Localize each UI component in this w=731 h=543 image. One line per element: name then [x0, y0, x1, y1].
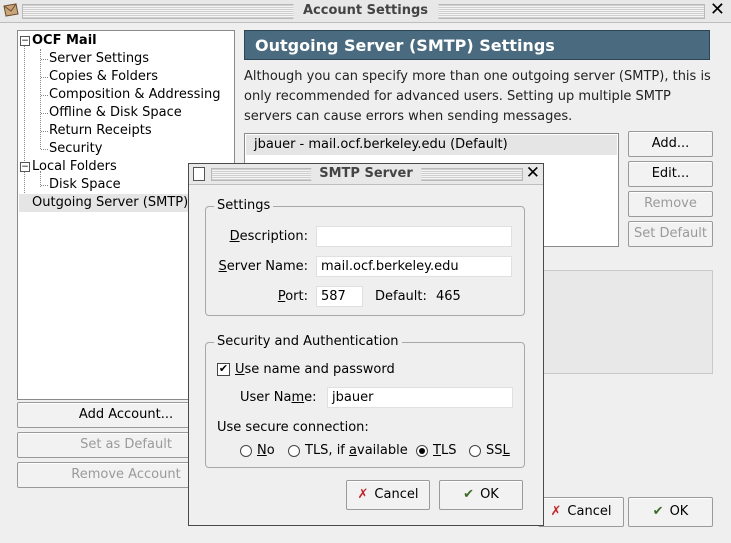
ok-hand-icon: ✔ [463, 487, 475, 502]
tree-account-ocf-mail[interactable]: OCF Mail [32, 32, 97, 50]
dialog-ok-button[interactable]: ✔ OK [439, 480, 523, 510]
cancel-button[interactable]: ✗ Cancel [538, 497, 624, 527]
close-icon[interactable]: ✕ [710, 0, 725, 20]
ok-hand-icon: ✔ [652, 504, 664, 519]
remove-server-button[interactable]: Remove [628, 191, 713, 217]
radio-ssl[interactable] [469, 445, 481, 457]
port-label: Port: [277, 289, 308, 304]
security-group: Security and Authentication ✔ Use name a… [205, 334, 525, 468]
collapse-icon[interactable]: − [20, 36, 30, 46]
user-name-field[interactable]: jbauer [327, 387, 513, 408]
smtp-description: Although you can specify more than one o… [244, 69, 711, 124]
default-port-value: 465 [436, 289, 461, 304]
dialog-titlebar: SMTP Server ✕ [189, 163, 543, 185]
server-name-field[interactable]: mail.ocf.berkeley.edu [316, 256, 512, 277]
tree-account-local-folders[interactable]: Local Folders [32, 158, 117, 176]
edit-server-button[interactable]: Edit... [628, 161, 713, 187]
list-item[interactable]: jbauer - mail.ocf.berkeley.edu (Default) [246, 135, 617, 155]
cancel-icon: ✗ [550, 504, 562, 519]
page-title: Outgoing Server (SMTP) Settings [244, 30, 710, 60]
dialog-title: SMTP Server [311, 165, 421, 182]
tree-item-copies-folders[interactable]: Copies & Folders [49, 68, 158, 86]
use-name-password-checkbox[interactable]: ✔ [217, 363, 230, 376]
window-titlebar: Account Settings ✕ [0, 0, 731, 23]
app-icon [3, 3, 19, 17]
radio-ssl-label[interactable]: SSL [486, 441, 510, 461]
set-default-server-button[interactable]: Set Default [628, 221, 713, 247]
port-field[interactable]: 587 [316, 286, 363, 307]
add-server-button[interactable]: Add... [628, 131, 713, 157]
cancel-icon: ✗ [357, 487, 369, 502]
tree-item-security[interactable]: Security [49, 140, 102, 158]
description-label: Description: [229, 229, 308, 244]
tree-item-return-receipts[interactable]: Return Receipts [49, 122, 152, 140]
window-title: Account Settings [292, 2, 439, 19]
smtp-server-dialog: SMTP Server ✕ Settings Description: Serv… [188, 163, 544, 526]
tree-item-composition-addressing[interactable]: Composition & Addressing [49, 86, 220, 104]
description-field[interactable] [316, 226, 512, 247]
close-icon[interactable]: ✕ [526, 163, 540, 183]
tree-item-server-settings[interactable]: Server Settings [49, 50, 149, 68]
dialog-cancel-button[interactable]: ✗ Cancel [346, 480, 430, 510]
secure-connection-label: Use secure connection: [217, 420, 369, 435]
radio-no-label[interactable]: No [257, 441, 275, 461]
server-details-panel [538, 270, 713, 374]
user-name-label: User Name: [240, 390, 317, 405]
radio-tls-label[interactable]: TLS [433, 441, 456, 461]
server-name-label: Server Name: [218, 259, 308, 274]
document-icon [193, 167, 205, 181]
ok-button[interactable]: ✔ OK [628, 497, 713, 527]
tree-item-disk-space[interactable]: Disk Space [49, 176, 121, 194]
default-port-label: Default: [375, 289, 427, 304]
radio-tls-if-available-label[interactable]: TLS, if available [305, 441, 408, 461]
use-name-password-label[interactable]: Use name and password [235, 360, 395, 380]
settings-group: Settings Description: Server Name: mail.… [205, 198, 525, 316]
tree-item-offline-disk-space[interactable]: Offline & Disk Space [49, 104, 182, 122]
radio-no[interactable] [240, 445, 252, 457]
radio-tls-if-available[interactable] [288, 445, 300, 457]
collapse-icon[interactable]: − [20, 162, 30, 172]
radio-tls[interactable] [416, 445, 428, 457]
